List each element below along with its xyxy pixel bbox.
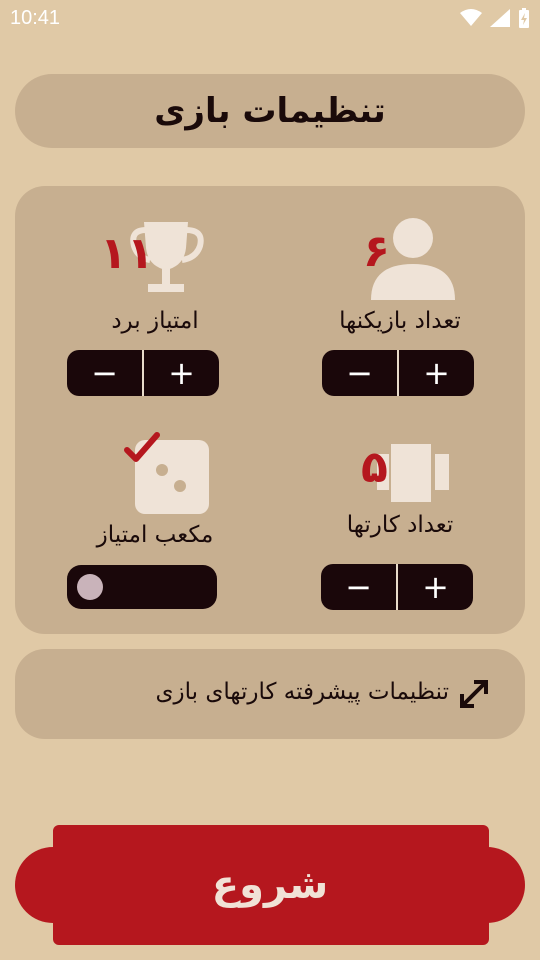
players-increment-button[interactable]: + [399, 350, 474, 396]
win-score-decrement-button[interactable]: − [67, 350, 142, 396]
win-score-label: امتیاز برد [111, 308, 199, 334]
dice-toggle[interactable] [67, 565, 217, 609]
checkmark-icon [124, 432, 160, 462]
cards-setting: ۵ تعداد کارتها [315, 436, 485, 538]
cards-icon-area: ۵ [345, 436, 455, 526]
cards-stepper[interactable]: − + [321, 564, 473, 610]
status-time: 10:41 [10, 7, 61, 29]
players-value: ۶ [363, 226, 390, 277]
advanced-settings-button[interactable]: تنظیمات پیشرفته کارتهای بازی [15, 649, 525, 739]
cards-decrement-button[interactable]: − [321, 564, 396, 610]
battery-icon [519, 8, 529, 28]
page-title: تنظیمات بازی [154, 91, 386, 131]
start-button-label: شروع [211, 862, 329, 908]
status-icons [460, 8, 530, 28]
settings-card: ۶ تعداد بازیکنها − + ۱۱ امتیاز برد − + ۵… [15, 186, 525, 634]
toggle-knob [77, 574, 103, 600]
win-score-setting: ۱۱ امتیاز برد [70, 214, 240, 334]
signal-icon [490, 9, 510, 27]
win-score-value: ۱۱ [100, 228, 154, 279]
wifi-icon [460, 9, 482, 26]
expand-icon [460, 680, 488, 708]
win-score-icon-area: ۱۱ [100, 214, 210, 304]
cards-value: ۵ [361, 442, 388, 493]
players-stepper[interactable]: − + [322, 350, 474, 396]
win-score-increment-button[interactable]: + [144, 350, 219, 396]
status-bar: 10:41 [0, 0, 540, 36]
players-decrement-button[interactable]: − [322, 350, 397, 396]
start-button[interactable]: شروع [15, 825, 525, 945]
dice-setting: مکعب امتیاز [70, 432, 240, 548]
title-panel: تنظیمات بازی [15, 74, 525, 148]
dice-icon-area [100, 432, 210, 524]
advanced-settings-label: تنظیمات پیشرفته کارتهای بازی [155, 679, 449, 705]
dice-label: مکعب امتیاز [96, 522, 214, 548]
win-score-stepper[interactable]: − + [67, 350, 219, 396]
cards-increment-button[interactable]: + [398, 564, 473, 610]
players-icon-area: ۶ [345, 214, 455, 304]
players-setting: ۶ تعداد بازیکنها [315, 214, 485, 334]
user-icon [371, 218, 455, 300]
players-label: تعداد بازیکنها [339, 308, 461, 334]
